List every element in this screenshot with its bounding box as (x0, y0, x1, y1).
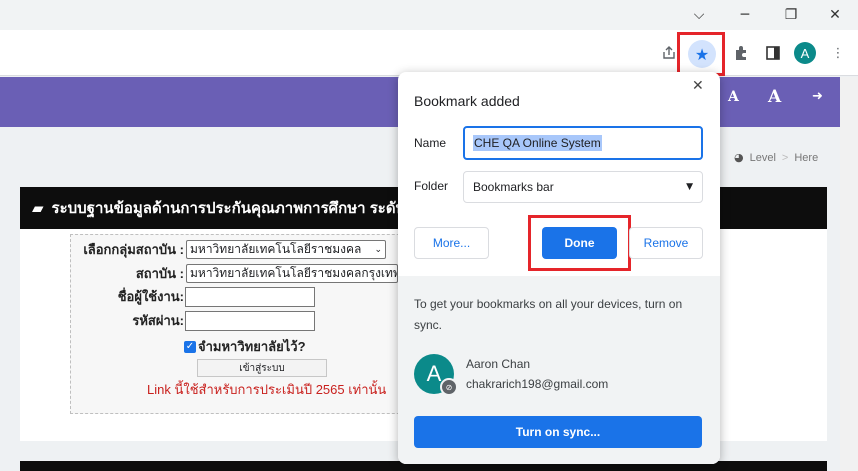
sync-promo: To get your bookmarks on all your device… (398, 276, 720, 464)
username-input[interactable] (185, 286, 315, 307)
account-email: chakrarich198@gmail.com (466, 377, 609, 391)
font-small-icon[interactable]: A (728, 89, 739, 105)
remember-label: จำมหาวิทยาลัยไว้? (198, 339, 306, 354)
group-select[interactable]: มหาวิทยาลัยเทคโนโลยีราชมงคล ⌄ (186, 240, 386, 259)
close-icon[interactable]: ✕ (692, 78, 704, 94)
sidepanel-icon[interactable] (759, 39, 787, 67)
minimize-icon[interactable]: ─ (722, 0, 768, 30)
bookmark-popup: Bookmark added ✕ Name CHE QA Online Syst… (398, 72, 720, 464)
folder-label: Folder (414, 179, 449, 193)
bookmark-name-input[interactable]: CHE QA Online System (463, 126, 703, 160)
done-highlight: Done (528, 215, 631, 271)
book-icon: ▰ (32, 199, 44, 217)
popup-title: Bookmark added (414, 93, 520, 109)
password-input[interactable] (185, 310, 315, 331)
group-label: เลือกกลุ่มสถาบัน : (83, 242, 184, 257)
bookmark-star-highlight: ★ (677, 32, 725, 76)
logout-icon[interactable]: ➜ (812, 89, 823, 104)
puzzle-icon[interactable] (727, 39, 755, 67)
sync-text: To get your bookmarks on all your device… (414, 297, 683, 332)
year-note: Link นี้ใช้สำหรับการประเมินปี 2565 เท่าน… (147, 382, 387, 397)
restore-icon[interactable]: ❐ (768, 0, 814, 30)
institution-row: สถาบัน : มหาวิทยาลัยเทคโนโลยีราชมงคลกรุง… (74, 263, 398, 284)
breadcrumb-separator: > (781, 151, 789, 164)
group-select-value: มหาวิทยาลัยเทคโนโลยีราชมงคล (190, 242, 362, 256)
close-icon[interactable]: ✕ (812, 0, 858, 30)
breadcrumb: ◕ Level > Here (734, 151, 818, 164)
kebab-menu-icon[interactable]: ⋮ (824, 39, 852, 67)
password-label: รหัสผ่าน: (132, 313, 184, 328)
institution-label: สถาบัน : (135, 266, 184, 281)
username-label: ชื่อผู้ใช้งาน: (117, 289, 184, 304)
font-large-icon[interactable]: A (768, 87, 781, 107)
breadcrumb-level[interactable]: Level (750, 152, 776, 164)
caret-down-icon: ▼ (686, 182, 693, 192)
window-titlebar: ⌵ ─ ❐ ✕ (0, 0, 858, 30)
bookmark-name-value: CHE QA Online System (473, 135, 602, 151)
institution-select[interactable]: มหาวิทยาลัยเทคโนโลยีราชมงคลกรุงเทพ (186, 264, 398, 283)
more-button[interactable]: More... (414, 227, 489, 259)
folder-select-value: Bookmarks bar (473, 180, 554, 194)
group-row: เลือกกลุ่มสถาบัน : มหาวิทยาลัยเทคโนโลยีร… (74, 239, 386, 260)
card-title: ระบบฐานข้อมูลด้านการประกันคุณภาพการศึกษา… (51, 200, 406, 217)
folder-select[interactable]: Bookmarks bar ▼ (463, 171, 703, 203)
chevron-down-icon[interactable]: ⌵ (676, 0, 722, 30)
browser-toolbar: ★ A ⋮ (0, 30, 858, 76)
remember-row: ✓ จำมหาวิทยาลัยไว้? (184, 336, 306, 357)
breadcrumb-here: Here (794, 151, 819, 164)
name-label: Name (414, 136, 447, 150)
page-scrollbar[interactable] (840, 77, 858, 471)
profile-avatar[interactable]: A (794, 42, 816, 64)
turn-on-sync-button[interactable]: Turn on sync... (414, 416, 702, 448)
sync-paused-icon: ⊘ (440, 378, 458, 396)
dashboard-icon: ◕ (734, 151, 744, 164)
done-button[interactable]: Done (542, 227, 617, 259)
remove-button[interactable]: Remove (629, 227, 703, 259)
chevron-down-icon: ⌄ (374, 244, 382, 255)
login-button[interactable]: เข้าสู่ระบบ (197, 359, 327, 377)
account-name: Aaron Chan (466, 357, 531, 371)
star-icon[interactable]: ★ (688, 40, 716, 68)
password-row: รหัสผ่าน: (74, 310, 315, 331)
remember-checkbox[interactable]: ✓ (184, 340, 196, 353)
username-row: ชื่อผู้ใช้งาน: (74, 286, 315, 307)
